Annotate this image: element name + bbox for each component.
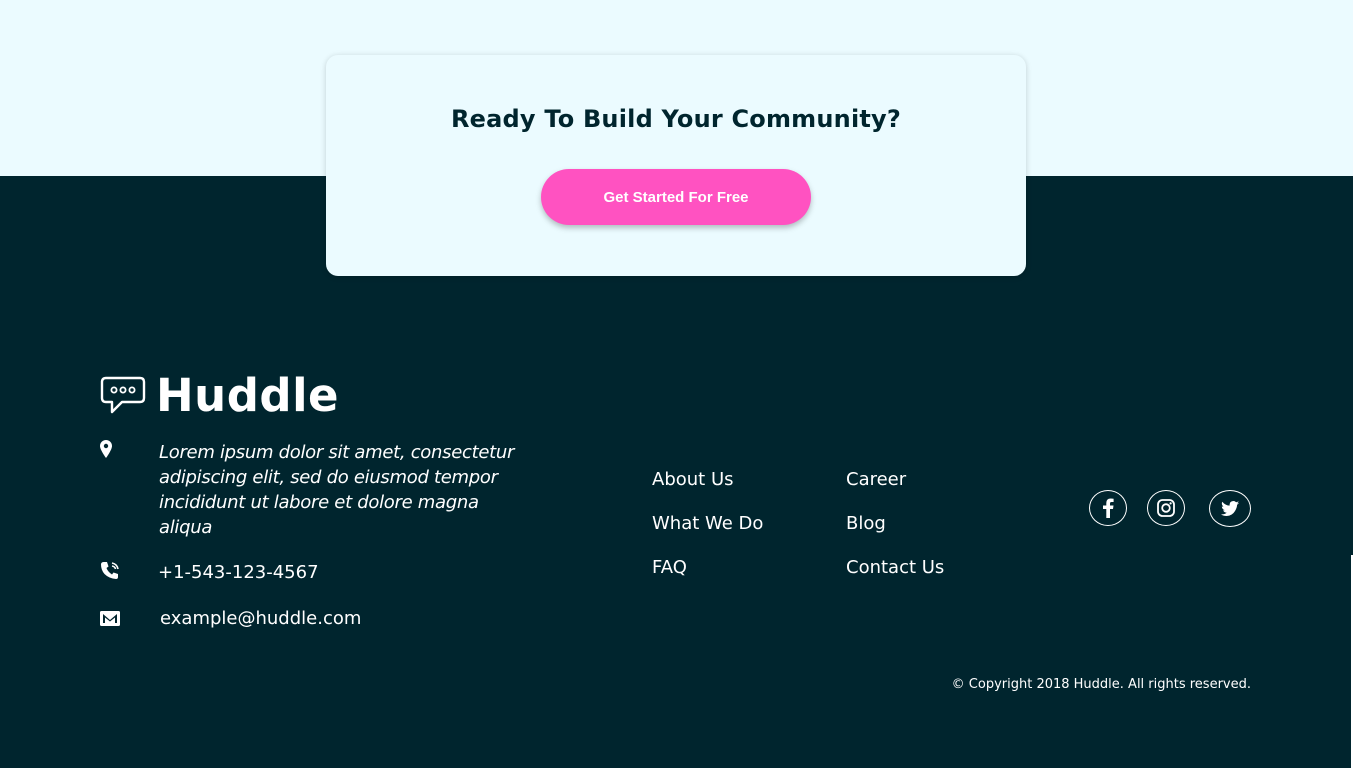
nav-blog[interactable]: Blog (846, 513, 886, 534)
nav-contact-us[interactable]: Contact Us (846, 557, 944, 578)
email-text[interactable]: example@huddle.com (160, 608, 361, 629)
twitter-icon[interactable] (1209, 490, 1251, 527)
location-pin-icon (100, 440, 112, 462)
nav-career[interactable]: Career (846, 469, 906, 490)
instagram-icon[interactable] (1147, 490, 1185, 526)
nav-about-us[interactable]: About Us (652, 469, 734, 490)
chat-bubble-icon (100, 376, 146, 420)
copyright-text: © Copyright 2018 Huddle. All rights rese… (951, 677, 1251, 692)
get-started-button[interactable]: Get Started For Free (541, 169, 811, 225)
mail-icon (100, 611, 120, 630)
brand-name: Huddle (156, 369, 340, 422)
cta-card: Ready To Build Your Community? Get Start… (326, 55, 1026, 276)
nav-faq[interactable]: FAQ (652, 557, 687, 578)
facebook-icon[interactable] (1089, 490, 1127, 526)
phone-text[interactable]: +1-543-123-4567 (158, 562, 319, 583)
phone-icon (100, 561, 120, 585)
address-text: Lorem ipsum dolor sit amet, consectetur … (159, 442, 515, 538)
cta-title: Ready To Build Your Community? (450, 105, 902, 133)
nav-what-we-do[interactable]: What We Do (652, 513, 763, 534)
